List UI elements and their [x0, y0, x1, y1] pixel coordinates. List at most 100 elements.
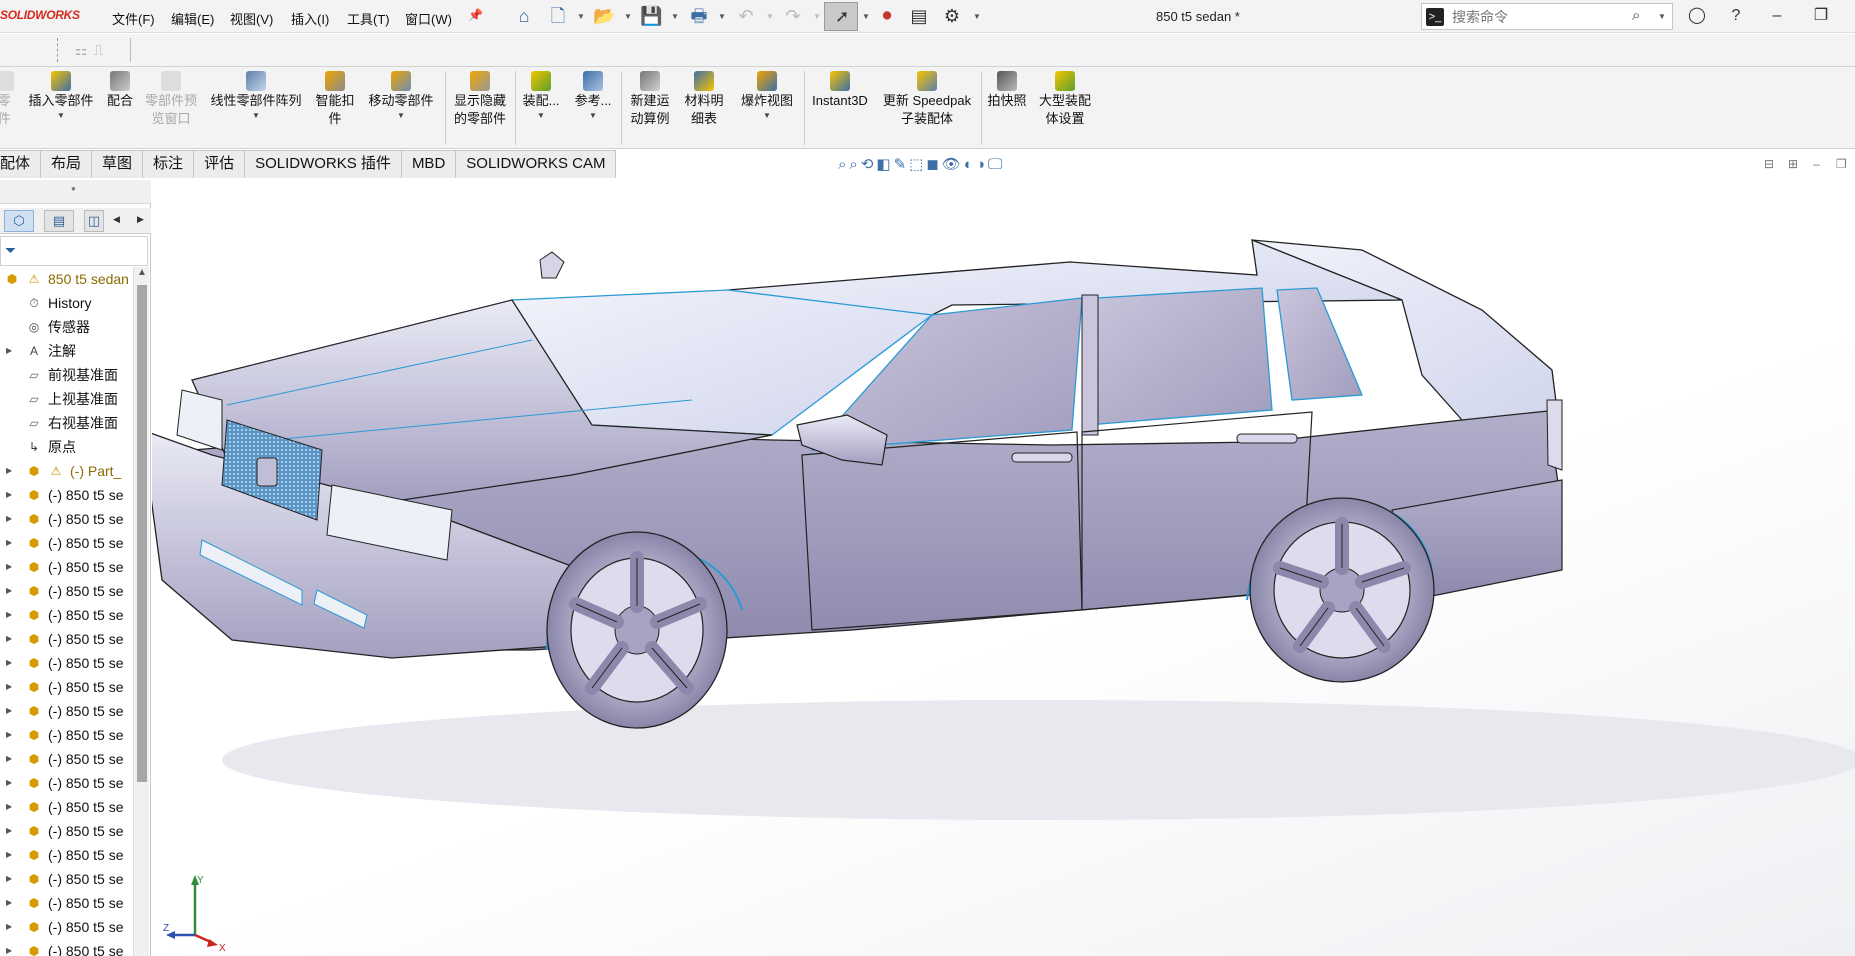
menu-window[interactable]: 窗口(W) [405, 9, 452, 28]
traffic-light-icon[interactable]: ⚫ [876, 5, 898, 27]
ribbon-instant3d-button[interactable]: Instant3D [808, 71, 872, 110]
expand-arrow-icon[interactable]: ▶ [6, 675, 12, 699]
ribbon-new-motion-study-button[interactable]: 新建运 动算例 [626, 71, 674, 128]
hide-show-items-icon[interactable]: 👁 [942, 156, 964, 173]
options-gear-icon[interactable]: ⚙ [941, 5, 963, 27]
chevron-down-icon[interactable]: ▼ [813, 12, 821, 21]
ribbon-smart-fasteners-button[interactable]: 智能扣 件 [312, 71, 358, 128]
tree-item-component[interactable]: ▶ ⬢ (-) 850 t5 se [0, 843, 131, 867]
section-view-icon[interactable]: ◧ [876, 156, 893, 173]
expand-arrow-icon[interactable]: ▶ [6, 555, 12, 579]
property-manager-tab[interactable]: ▤ [44, 210, 74, 232]
search-icon[interactable]: ⌕ [1632, 7, 1640, 24]
chevron-down-icon[interactable]: ▼ [519, 112, 563, 120]
expand-arrow-icon[interactable]: ▶ [6, 507, 12, 531]
tab-sketch[interactable]: 草图 [92, 150, 144, 178]
expand-arrow-icon[interactable]: ▶ [6, 795, 12, 819]
ribbon-linear-pattern-button[interactable]: 线性零部件阵列 ▼ [207, 71, 305, 120]
menu-insert[interactable]: 插入(I) [291, 9, 329, 28]
tree-item-component[interactable]: ▶ ⬢ (-) 850 t5 se [0, 819, 131, 843]
car-model-view[interactable] [152, 180, 1855, 956]
user-account-icon[interactable]: ◯ [1684, 4, 1710, 28]
expand-arrow-icon[interactable]: ▶ [6, 771, 12, 795]
menu-file[interactable]: 文件(F) [112, 9, 155, 28]
tree-item-component[interactable]: ▶ ⬢ (-) 850 t5 se [0, 507, 131, 531]
tree-item-component[interactable]: ▶ ⬢ (-) 850 t5 se [0, 675, 131, 699]
open-file-icon[interactable]: 📂 [593, 5, 615, 27]
feature-manager-tab[interactable]: ⬡ [4, 210, 34, 232]
tree-root[interactable]: ⬢ ⚠ 850 t5 sedan [0, 267, 131, 291]
edit-appearance-icon[interactable]: ◐ [964, 156, 976, 173]
search-commands-box[interactable]: >_ ⌕ ▼ [1421, 3, 1673, 30]
menu-tools[interactable]: 工具(T) [347, 9, 390, 28]
chevron-down-icon[interactable]: ▼ [624, 12, 632, 21]
redo-icon[interactable]: ↷ [782, 5, 804, 27]
print-icon[interactable]: 🖶 [688, 5, 710, 27]
expand-arrow-icon[interactable]: ▶ [6, 651, 12, 675]
tree-scrollbar[interactable]: ▲ [133, 267, 149, 956]
chevron-down-icon[interactable]: ▼ [671, 12, 679, 21]
graphics-area[interactable] [152, 180, 1855, 956]
expand-arrow-icon[interactable]: ▶ [6, 603, 12, 627]
tree-item-component[interactable]: ▶ ⬢ (-) 850 t5 se [0, 531, 131, 555]
expand-arrow-icon[interactable]: ▶ [6, 819, 12, 843]
display-style-icon[interactable]: ◼ [926, 156, 941, 173]
pin-icon[interactable]: 📌 [468, 8, 483, 22]
expand-arrow-icon[interactable]: ▶ [6, 723, 12, 747]
view-orientation-icon[interactable]: ⬚ [909, 156, 926, 173]
tree-item-sensors[interactable]: ◎ 传感器 [0, 315, 131, 339]
scrollbar-thumb[interactable] [137, 285, 147, 782]
ribbon-insert-part-button[interactable]: 零 件 [0, 71, 16, 128]
ribbon-reference-geometry-button[interactable]: 参考... ▼ [571, 71, 615, 120]
menu-edit[interactable]: 编辑(E) [171, 9, 214, 28]
zoom-to-area-icon[interactable]: ⌕ [849, 156, 860, 173]
tab-assembly[interactable]: 配体 [0, 150, 42, 178]
tab-evaluate[interactable]: 评估 [194, 150, 246, 178]
search-input[interactable] [1452, 7, 1622, 27]
dynamic-annotation-icon[interactable]: ✎ [894, 156, 910, 173]
previous-view-icon[interactable]: ⟲ [861, 156, 877, 173]
configuration-manager-tab[interactable]: ◫ [84, 210, 104, 232]
tree-item-component[interactable]: ▶ ⬢ (-) 850 t5 se [0, 603, 131, 627]
ribbon-take-snapshot-button[interactable]: 拍快照 [985, 71, 1029, 110]
view-settings-icon[interactable]: 🖵 [988, 156, 1005, 173]
expand-arrow-icon[interactable]: ▶ [6, 843, 12, 867]
tree-item-origin[interactable]: ↳ 原点 [0, 435, 131, 459]
chevron-down-icon[interactable]: ▼ [365, 112, 437, 120]
scroll-up-icon[interactable]: ▲ [137, 267, 147, 278]
tree-item-component[interactable]: ▶ ⬢ (-) 850 t5 se [0, 891, 131, 915]
tree-item-component[interactable]: ▶ ⬢ (-) 850 t5 se [0, 627, 131, 651]
expand-arrow-icon[interactable]: ▶ [6, 939, 12, 956]
tab-layout[interactable]: 布局 [41, 150, 93, 178]
tree-item-part[interactable]: ▶ ⬢ ⚠ (-) Part_ [0, 459, 131, 483]
chevron-down-icon[interactable]: ▼ [718, 12, 726, 21]
expand-arrow-icon[interactable]: ▶ [6, 915, 12, 939]
ribbon-insert-components-button[interactable]: 插入零部件 ▼ [25, 71, 97, 120]
ribbon-assembly-features-button[interactable]: 装配... ▼ [519, 71, 563, 120]
chevron-down-icon[interactable]: ▼ [577, 12, 585, 21]
tree-item-component[interactable]: ▶ ⬢ (-) 850 t5 se [0, 747, 131, 771]
help-icon[interactable]: ? [1723, 4, 1749, 28]
panel-splitter[interactable]: ● [0, 180, 151, 204]
viewport-minimize-button[interactable]: – [1813, 157, 1820, 171]
ribbon-exploded-view-button[interactable]: 爆炸视图 ▼ [735, 71, 799, 120]
tree-item-top-plane[interactable]: ▱ 上视基准面 [0, 387, 131, 411]
tree-item-history[interactable]: ⏱ History [0, 291, 131, 315]
ribbon-component-preview-button[interactable]: 零部件预 览窗口 [142, 71, 200, 128]
select-tool-button[interactable]: ➚ [824, 2, 858, 31]
tree-item-annotations[interactable]: ▶ A 注解 [0, 339, 131, 363]
split-left-icon[interactable]: ⊟ [1764, 157, 1774, 171]
chevron-down-icon[interactable]: ▼ [571, 112, 615, 120]
chevron-down-icon[interactable]: ▼ [766, 12, 774, 21]
tab-solidworks-cam[interactable]: SOLIDWORKS CAM [456, 150, 617, 178]
tab-scroll-left-icon[interactable]: ◀ [113, 214, 120, 225]
zoom-to-fit-icon[interactable]: ⌕ [838, 156, 849, 173]
ribbon-large-assembly-button[interactable]: 大型装配 体设置 [1035, 71, 1095, 128]
ribbon-update-speedpak-button[interactable]: 更新 Speedpak 子装配体 [878, 71, 976, 128]
new-document-icon[interactable]: 🗋 [547, 5, 569, 27]
file-properties-icon[interactable]: ▤ [908, 5, 930, 27]
tree-item-component[interactable]: ▶ ⬢ (-) 850 t5 se [0, 483, 131, 507]
chevron-down-icon[interactable]: ▼ [862, 12, 870, 21]
tree-item-component[interactable]: ▶ ⬢ (-) 850 t5 se [0, 867, 131, 891]
expand-arrow-icon[interactable]: ▶ [6, 531, 12, 555]
